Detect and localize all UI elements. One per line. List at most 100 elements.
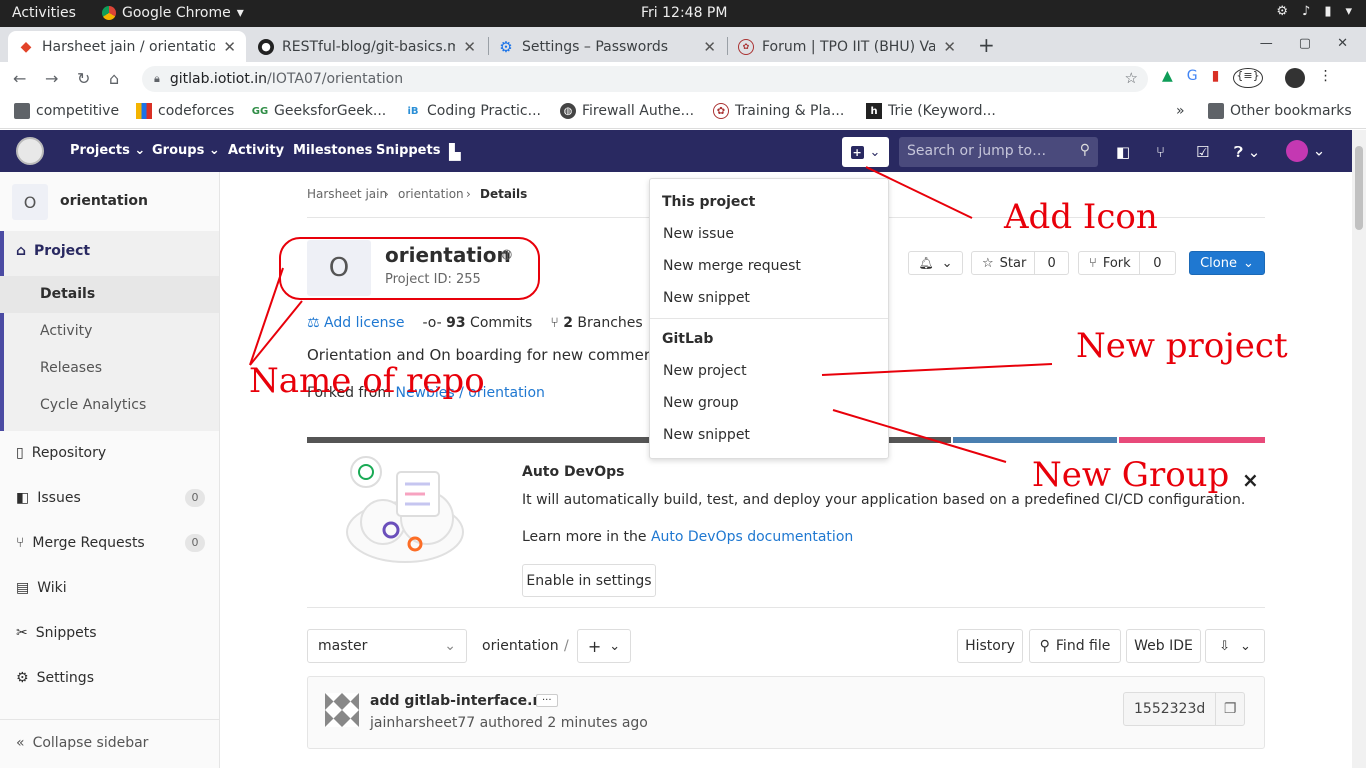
- translate-icon[interactable]: G: [1187, 68, 1198, 88]
- page-scrollbar[interactable]: [1352, 130, 1366, 768]
- clone-button[interactable]: Clone ⌄: [1189, 251, 1265, 275]
- chevron-down-icon: ▾: [236, 5, 244, 21]
- json-icon[interactable]: {≡}: [1233, 68, 1263, 88]
- nav-activity[interactable]: Activity: [228, 143, 284, 158]
- user-avatar[interactable]: ⌄: [1286, 140, 1325, 162]
- breadcrumb-user[interactable]: Harsheet jain: [307, 187, 387, 201]
- app-menu[interactable]: Google Chrome ▾: [102, 5, 244, 21]
- reload-icon[interactable]: ↻: [77, 69, 90, 88]
- repo-path[interactable]: orientation: [482, 638, 559, 654]
- drive-icon[interactable]: ▲: [1162, 68, 1173, 88]
- star-button[interactable]: ☆ Star 0: [971, 251, 1069, 275]
- nav-milestones[interactable]: Milestones: [293, 143, 372, 158]
- sidebar-item-activity[interactable]: Activity: [40, 323, 92, 339]
- notification-button[interactable]: 🔔︎ ⌄: [908, 251, 963, 275]
- bookmark-firewall[interactable]: ◍ Firewall Authe...: [560, 103, 694, 119]
- new-dropdown-button[interactable]: + ⌄: [842, 137, 889, 167]
- sidebar-item-wiki[interactable]: ▤ Wiki: [0, 580, 219, 596]
- tab-forum[interactable]: ✿ Forum | TPO IIT (BHU) Var ✕: [728, 31, 966, 62]
- sidebar-item-repository[interactable]: ▯ Repository: [0, 445, 219, 461]
- bookmark-training[interactable]: ✿ Training & Pla...: [713, 103, 844, 119]
- new-group-item[interactable]: New group: [663, 395, 739, 411]
- clock[interactable]: Fri 12:48 PM: [641, 5, 727, 21]
- other-bookmarks[interactable]: Other bookmarks: [1208, 103, 1352, 119]
- new-snippet-item[interactable]: New snippet: [663, 290, 750, 306]
- sidebar-item-issues[interactable]: ◧ Issues 0: [0, 489, 219, 507]
- bookmark-codeforces[interactable]: codeforces: [136, 103, 234, 119]
- download-dropdown[interactable]: ⇩ ⌄: [1205, 629, 1265, 663]
- sidebar-item-details[interactable]: Details: [0, 276, 219, 313]
- close-icon[interactable]: ✕: [703, 38, 716, 56]
- new-merge-request-item[interactable]: New merge request: [663, 258, 801, 274]
- nav-projects[interactable]: Projects ⌄: [70, 143, 145, 158]
- scrollbar-thumb[interactable]: [1355, 146, 1363, 230]
- nav-groups[interactable]: Groups ⌄: [152, 143, 220, 158]
- bookmarks-overflow[interactable]: »: [1176, 103, 1185, 119]
- add-file-dropdown[interactable]: + ⌄: [577, 629, 631, 663]
- web-ide-button[interactable]: Web IDE: [1126, 629, 1201, 663]
- maximize-icon[interactable]: ▢: [1299, 36, 1311, 51]
- help-icon[interactable]: ❓︎ ⌄: [1234, 143, 1260, 161]
- merge-requests-nav-icon[interactable]: ⑂: [1156, 143, 1165, 161]
- sidebar-project-name[interactable]: orientation: [60, 193, 148, 209]
- close-icon[interactable]: ✕: [463, 38, 476, 56]
- commit-sha-box[interactable]: 1552323d ❐: [1123, 692, 1245, 726]
- sidebar-item-project[interactable]: ⌂ Project: [0, 243, 219, 259]
- devops-docs-link[interactable]: Auto DevOps documentation: [651, 529, 853, 545]
- system-tray[interactable]: ⚙ ♪ ▮ ▾: [1276, 4, 1352, 19]
- close-banner-icon[interactable]: ×: [1242, 468, 1259, 492]
- commit-message[interactable]: add gitlab-interface.md: [370, 693, 557, 709]
- branch-select[interactable]: master ⌄: [307, 629, 467, 663]
- forward-icon[interactable]: →: [45, 69, 58, 88]
- history-button[interactable]: History: [957, 629, 1023, 663]
- sidebar-item-merge-requests[interactable]: ⑂ Merge Requests 0: [0, 534, 219, 552]
- close-icon[interactable]: ✕: [223, 38, 236, 56]
- tab-settings[interactable]: ⚙ Settings – Passwords ✕: [488, 31, 726, 62]
- bookmark-coding-practice[interactable]: iB Coding Practic...: [405, 103, 541, 119]
- copy-icon[interactable]: ❐: [1216, 701, 1244, 717]
- breadcrumb-project[interactable]: orientation: [398, 187, 464, 201]
- nav-snippets[interactable]: Snippets: [376, 143, 440, 158]
- minimize-icon[interactable]: —: [1260, 36, 1273, 51]
- annotation-name-of-repo: Name of repo: [249, 361, 485, 401]
- issues-nav-icon[interactable]: ◧: [1116, 143, 1130, 161]
- sidebar-item-settings[interactable]: ⚙ Settings: [0, 670, 219, 686]
- close-window-icon[interactable]: ✕: [1337, 36, 1348, 51]
- profile-avatar-icon[interactable]: [1284, 68, 1305, 88]
- tab-github[interactable]: ● RESTful-blog/git-basics.m ✕: [248, 31, 486, 62]
- activities-button[interactable]: Activities: [12, 5, 76, 21]
- todos-icon[interactable]: ☑: [1196, 143, 1209, 161]
- fork-button[interactable]: ⑂ Fork 0: [1078, 251, 1176, 275]
- expand-commit-button[interactable]: ···: [536, 694, 558, 707]
- collapse-sidebar-button[interactable]: « Collapse sidebar: [0, 735, 219, 751]
- back-icon[interactable]: ←: [13, 69, 26, 88]
- bookmark-star-icon[interactable]: ☆: [1125, 69, 1138, 87]
- new-issue-item[interactable]: New issue: [663, 226, 734, 242]
- address-bar[interactable]: 🔒︎ gitlab.iotiot.in /IOTA07/orientation …: [142, 66, 1148, 92]
- find-file-button[interactable]: ⚲ Find file: [1029, 629, 1121, 663]
- bookmark-trie[interactable]: h Trie (Keyword...: [866, 103, 996, 119]
- bookmark-geeksforgeeks[interactable]: GG GeeksforGeek...: [252, 103, 386, 119]
- extension-icon[interactable]: ▮: [1212, 68, 1220, 88]
- new-snippet-gitlab-item[interactable]: New snippet: [663, 427, 750, 443]
- sidebar-item-releases[interactable]: Releases: [40, 360, 102, 376]
- new-tab-button[interactable]: +: [978, 33, 995, 57]
- close-icon[interactable]: ✕: [943, 38, 956, 56]
- analytics-icon[interactable]: ▙: [449, 143, 461, 161]
- menu-dots-icon[interactable]: ⋮: [1319, 68, 1333, 88]
- devops-banner-bar: [953, 437, 1117, 443]
- new-project-item[interactable]: New project: [663, 363, 747, 379]
- bookmark-competitive[interactable]: competitive: [14, 103, 119, 119]
- home-icon[interactable]: ⌂: [109, 69, 119, 88]
- tab-gitlab[interactable]: ◆ Harsheet jain / orientation ✕: [8, 31, 246, 62]
- commit-sha[interactable]: 1552323d: [1124, 693, 1217, 725]
- sidebar-item-snippets[interactable]: ✂ Snippets: [0, 625, 219, 641]
- branches-link[interactable]: ⑂ 2 Branches: [550, 315, 642, 331]
- commits-link[interactable]: -o- 93 Commits: [422, 315, 532, 331]
- gitlab-logo[interactable]: [16, 137, 44, 165]
- project-avatar[interactable]: O: [12, 184, 48, 220]
- sidebar-item-cycle-analytics[interactable]: Cycle Analytics: [40, 397, 146, 413]
- add-license-link[interactable]: ⚖ Add license: [307, 315, 404, 331]
- search-input[interactable]: Search or jump to… ⚲: [899, 137, 1098, 167]
- enable-in-settings-button[interactable]: Enable in settings: [522, 564, 656, 597]
